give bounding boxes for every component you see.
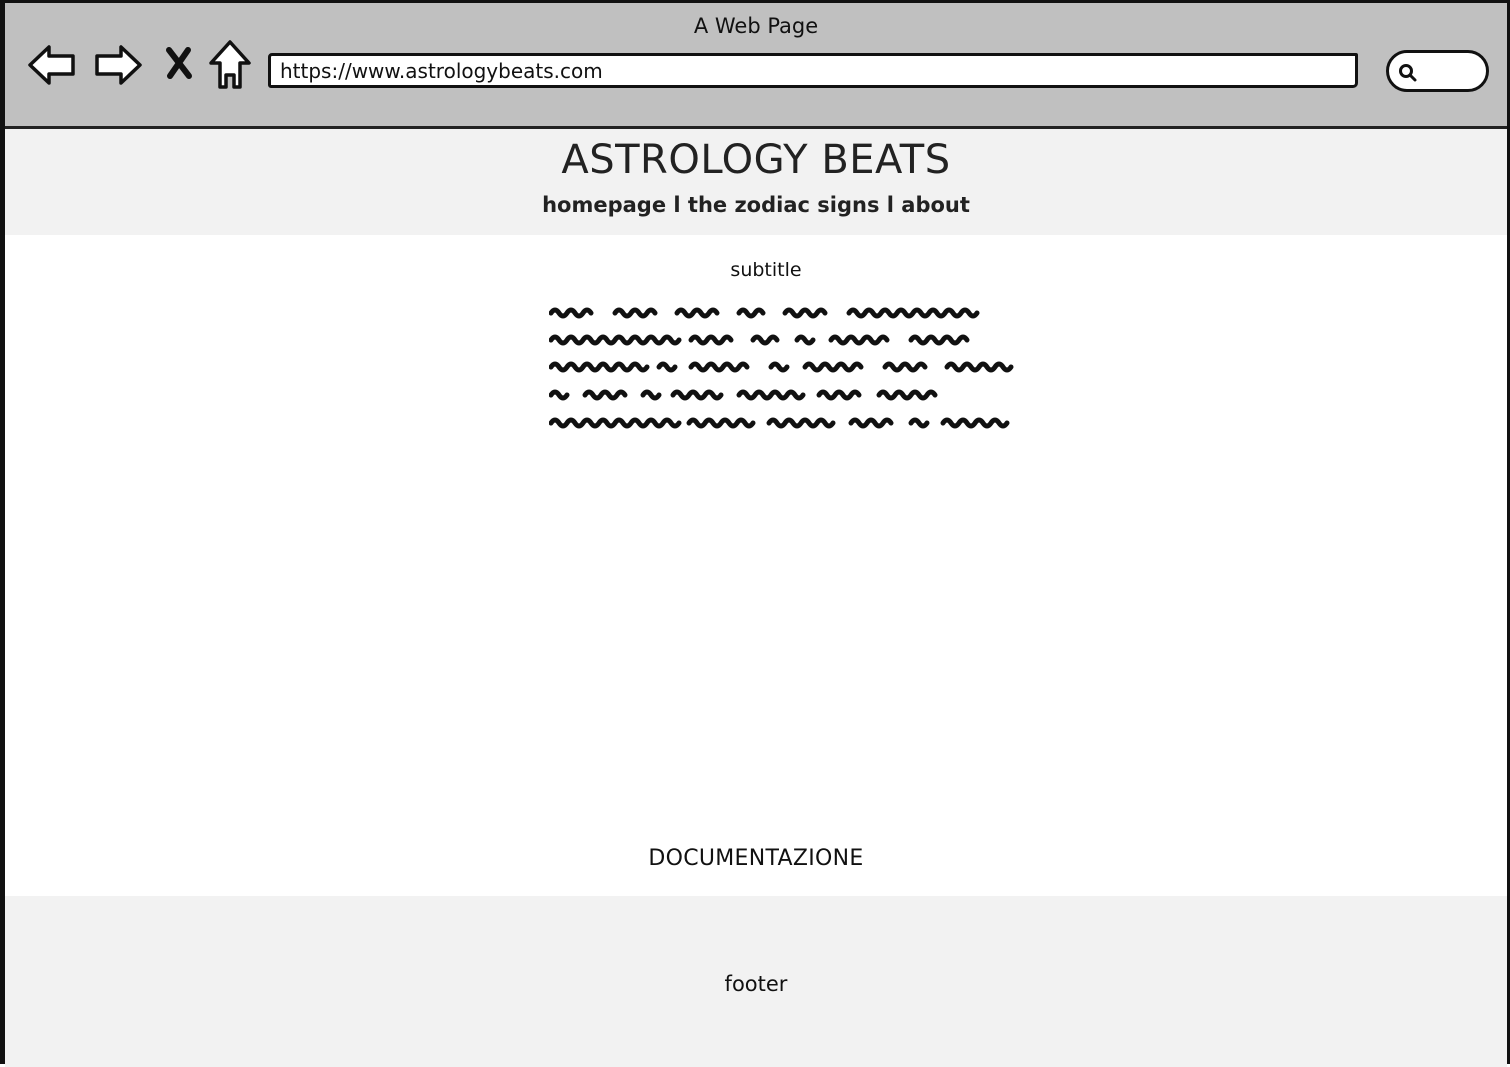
window-title: A Web Page xyxy=(693,14,819,38)
url-text[interactable]: https://www.astrologybeats.com xyxy=(280,59,603,83)
forward-arrow-icon[interactable] xyxy=(93,43,143,87)
nav-separator: l xyxy=(666,193,688,217)
footer-label: footer xyxy=(724,972,788,996)
placeholder-paragraph xyxy=(548,301,1029,441)
nav-link-about[interactable]: about xyxy=(901,193,970,217)
site-title: ASTROLOGY BEATS xyxy=(561,137,951,183)
browser-search-field[interactable] xyxy=(1386,50,1489,92)
close-icon[interactable] xyxy=(163,45,195,81)
nav-link-homepage[interactable]: homepage xyxy=(542,193,666,217)
search-icon xyxy=(1398,63,1418,87)
site-footer: footer xyxy=(5,896,1507,1067)
nav-link-zodiac-signs[interactable]: the zodiac signs xyxy=(688,193,880,217)
back-arrow-icon[interactable] xyxy=(27,43,77,87)
nav-separator: l xyxy=(879,193,902,217)
home-icon[interactable] xyxy=(207,39,253,91)
address-bar[interactable]: https://www.astrologybeats.com xyxy=(268,53,1358,88)
section-subtitle: subtitle xyxy=(730,259,802,281)
browser-toolbar: A Web Page https://www.astrologybeats.co… xyxy=(5,3,1507,129)
documentation-label[interactable]: DOCUMENTAZIONE xyxy=(5,846,1507,871)
browser-window: A Web Page https://www.astrologybeats.co… xyxy=(0,0,1510,1067)
site-nav: homepage l the zodiac signs l about xyxy=(5,193,1507,217)
site-header: ASTROLOGY BEATS homepage l the zodiac si… xyxy=(5,129,1507,235)
